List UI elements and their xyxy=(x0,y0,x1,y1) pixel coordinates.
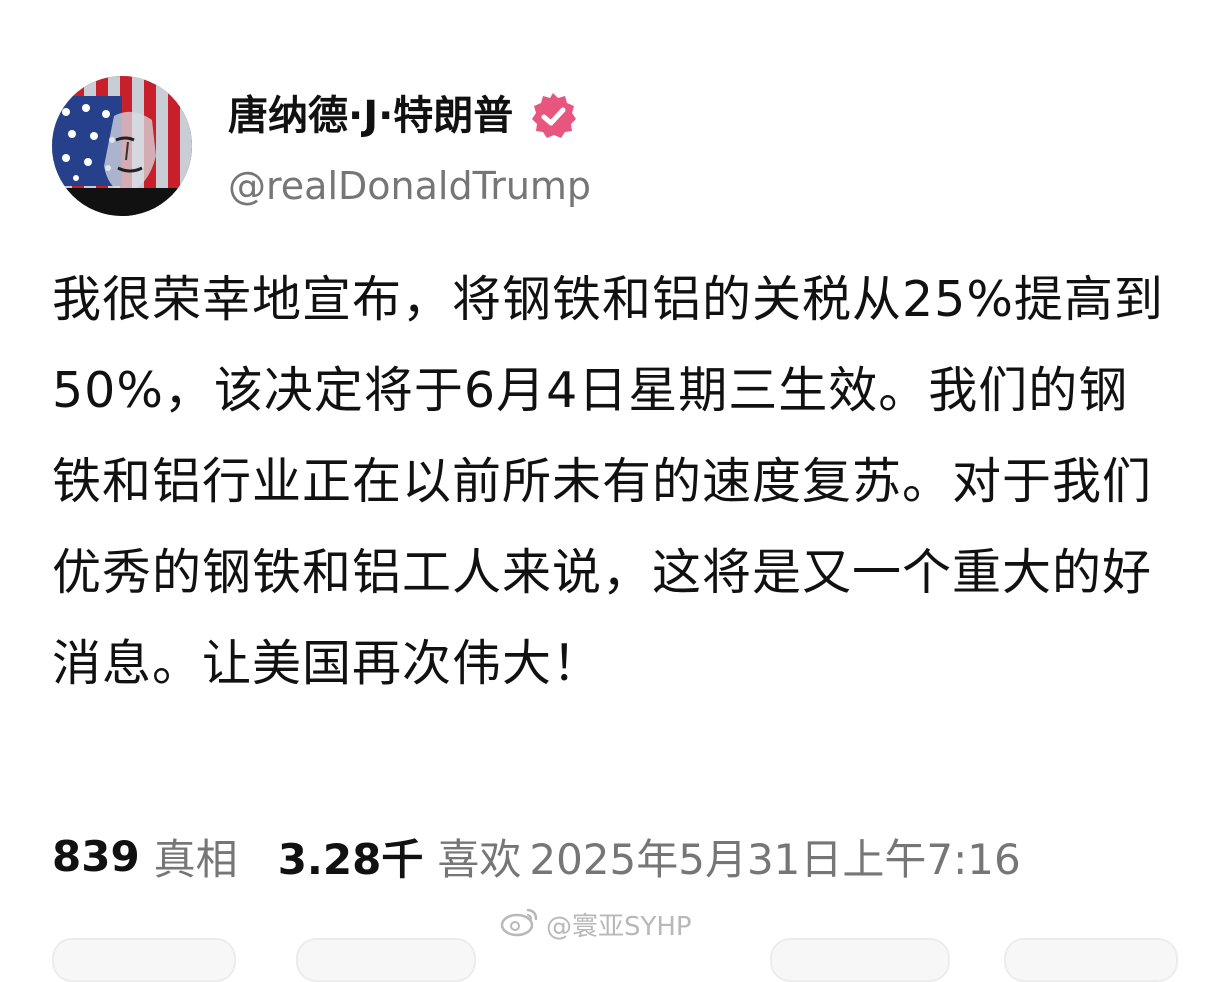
post-stats: 839 真相 3.28千 喜欢 2025年5月31日上午7:16 xyxy=(52,826,1021,886)
likes-label[interactable]: 喜欢 xyxy=(437,826,521,887)
action-button-share[interactable] xyxy=(1004,938,1178,982)
truths-label[interactable]: 真相 xyxy=(154,826,238,887)
truths-count[interactable]: 839 xyxy=(52,832,140,881)
action-button-reply[interactable] xyxy=(52,938,236,982)
author-name-row[interactable]: 唐纳德·J·特朗普 xyxy=(228,88,579,144)
avatar-image xyxy=(52,76,192,216)
avatar[interactable] xyxy=(52,76,192,216)
post-text: 我很荣幸地宣布，将钢铁和铝的关税从25%提高到50%，该决定将于6月4日星期三生… xyxy=(52,271,1164,692)
author-handle[interactable]: @realDonaldTrump xyxy=(228,160,591,212)
watermark-text: @寰亚SYHP xyxy=(546,912,692,942)
watermark: @寰亚SYHP xyxy=(500,905,692,944)
author-display-name[interactable]: 唐纳德·J·特朗普 xyxy=(228,88,513,144)
weibo-icon xyxy=(500,905,546,944)
likes-count[interactable]: 3.28千 xyxy=(278,826,424,887)
post-timestamp: 2025年5月31日上午7:16 xyxy=(529,834,1021,884)
action-button-like[interactable] xyxy=(770,938,950,982)
verified-badge-icon xyxy=(527,90,579,142)
action-button-retruth[interactable] xyxy=(296,938,476,982)
